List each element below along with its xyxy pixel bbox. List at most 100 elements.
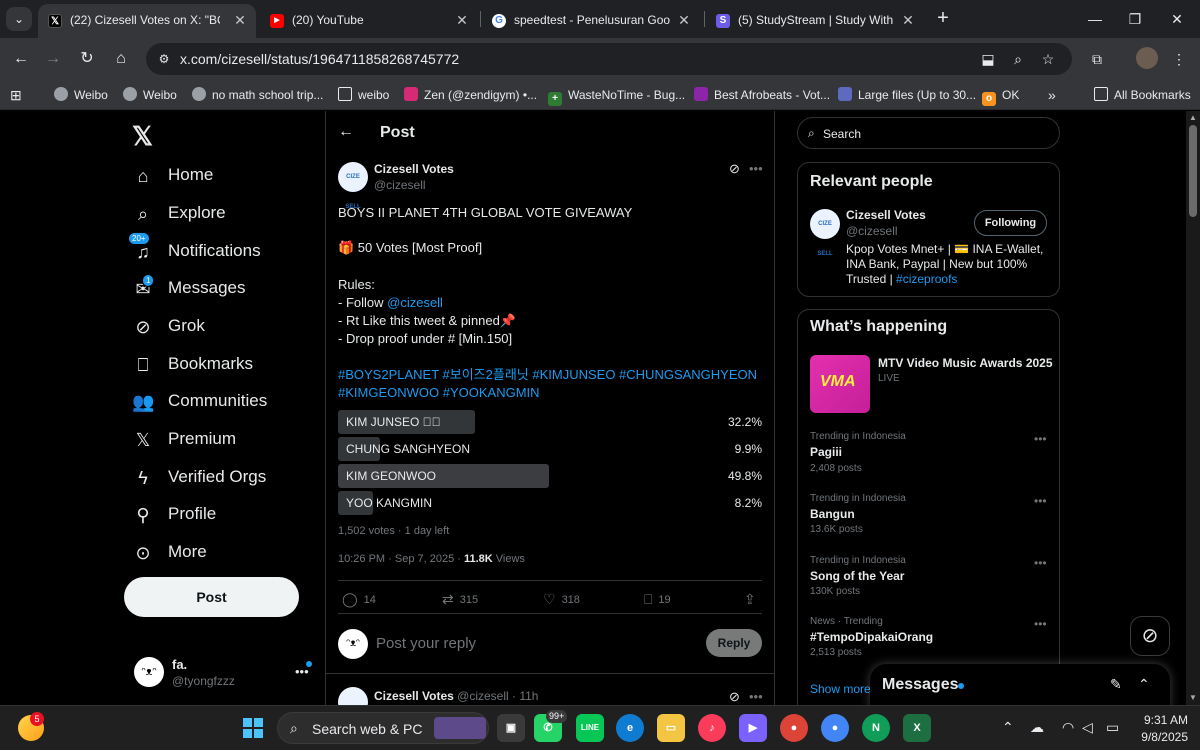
relevant-name[interactable]: Cizesell Votes [846,208,926,222]
minimize-button[interactable]: — [1084,8,1106,30]
account-name[interactable]: fa. [172,657,187,672]
like-action[interactable]: ♡ 318 [543,591,580,608]
address-bar[interactable]: ⚙ x.com/cizesell/status/1964711858268745… [146,43,1072,75]
window-close-button[interactable]: ✕ [1166,8,1188,30]
url-text[interactable]: x.com/cizesell/status/196471185826874577… [180,51,459,67]
more-icon[interactable]: ••• [1034,617,1047,631]
expand-icon[interactable]: ⌃ [1138,676,1150,693]
repost-action[interactable]: ⇄ 315 [442,591,478,608]
scroll-down-icon[interactable]: ▼ [1188,693,1198,703]
battery-icon[interactable]: ▭ [1106,719,1119,736]
poll-option[interactable]: KIM GEONWOO 49.8% [338,464,762,488]
trend-name[interactable]: Song of the Year [810,569,904,583]
chrome-profile-n-icon[interactable]: N [862,714,890,742]
nav-notifications[interactable]: ♫ 20+ Notifications [128,232,261,266]
nav-verified-orgs[interactable]: ϟ Verified Orgs [132,462,266,492]
hashtags[interactable]: #KIMGEONWOO #YOOKANGMIN [338,384,540,402]
nav-grok[interactable]: ⊘ Grok [132,311,204,341]
grok-icon[interactable]: ⊘ [729,161,740,177]
nav-messages[interactable]: ✉ 1 Messages [132,273,245,303]
bookmark-item[interactable]: weibo [338,86,389,104]
search-box[interactable]: ⌕ Search [797,117,1060,149]
extensions-icon[interactable]: ⧉ [1086,48,1108,70]
author-name[interactable]: Cizesell Votes [374,162,454,176]
tab-x-post[interactable]: 𝕏 (22) Cizesell Votes on X: "BOYS ✕ [38,4,256,38]
bookmark-item[interactable]: Zen (@zendigym) •... [404,86,537,104]
nav-communities[interactable]: 👥 Communities [132,386,267,416]
clock-time[interactable]: 9:31 AM [1138,713,1188,727]
reply-action[interactable]: ◯ 14 [342,591,376,608]
back-arrow-icon[interactable]: ← [338,123,354,141]
x-logo-icon[interactable]: 𝕏 [132,121,153,152]
new-message-icon[interactable]: ✎ [1110,676,1122,693]
reply-author-line[interactable]: Cizesell Votes @cizesell · 11h [374,689,538,703]
nav-premium[interactable]: 𝕏 Premium [132,424,236,454]
scroll-up-icon[interactable]: ▲ [1188,113,1198,123]
bookmark-item[interactable]: no math school trip... [192,86,323,104]
zoom-icon[interactable]: ⌕ [1008,49,1028,69]
forward-arrow-icon[interactable]: → [40,46,66,72]
edge-icon[interactable]: e [616,714,644,742]
line-icon[interactable]: LINE [576,714,604,742]
reply-author-avatar[interactable] [338,687,368,705]
relevant-handle[interactable]: @cizesell [846,224,898,238]
all-bookmarks[interactable]: All Bookmarks [1094,86,1191,104]
more-icon[interactable]: ••• [749,689,763,704]
account-handle[interactable]: @tyongfzzz [172,674,235,688]
trend-name[interactable]: #TempoDipakaiOrang [810,630,933,644]
mention-link[interactable]: @cizesell [387,295,443,310]
trend-name[interactable]: Pagiii [810,445,842,459]
account-avatar[interactable]: ᵔᴥᵔ [134,657,164,687]
bookmark-item[interactable]: о OK [982,86,1019,106]
event-title[interactable]: MTV Video Music Awards 2025 [878,356,1053,370]
nav-explore[interactable]: ⌕ Explore [132,198,226,228]
bookmark-item[interactable]: Large files (Up to 30... [838,86,976,104]
bookmark-item[interactable]: Best Afrobeats - Vot... [694,86,830,104]
close-icon[interactable]: ✕ [232,12,248,28]
author-handle[interactable]: @cizesell [374,178,426,192]
tab-youtube[interactable]: ▶ (20) YouTube ✕ [260,4,478,38]
nav-more[interactable]: ⊙ More [132,537,206,567]
tab-search-button[interactable]: ⌄ [6,7,32,31]
poll-option[interactable]: CHUNG SANGHYEON 9.9% [338,437,762,461]
grok-icon[interactable]: ⊘ [729,689,740,705]
hashtags[interactable]: #BOYS2PLANET #보이즈2플래닛 #KIMJUNSEO #CHUNGS… [338,366,757,384]
clock-date[interactable]: 9/8/2025 [1138,730,1188,744]
messages-drawer[interactable]: Messages ✎ ⌃ [870,664,1170,705]
more-bookmarks-icon[interactable]: » [1048,86,1056,104]
new-tab-button[interactable]: + [932,8,954,30]
chrome-profile-icon[interactable]: ● [821,714,849,742]
apps-grid-icon[interactable]: ⊞ [10,86,22,104]
restore-button[interactable]: ❐ [1124,8,1146,30]
nav-profile[interactable]: ⚲ Profile [132,499,216,529]
clipchamp-icon[interactable]: ▶ [739,714,767,742]
poll-option[interactable]: KIM JUNSEO ✓⃝ 32.2% [338,410,762,434]
close-icon[interactable]: ✕ [454,12,470,28]
tab-studystream[interactable]: S (5) StudyStream | Study With St ✕ [706,4,924,38]
more-icon[interactable]: ••• [749,161,763,176]
windows-start-icon[interactable] [243,718,263,738]
install-app-icon[interactable]: ⬓ [978,49,998,69]
task-view-icon[interactable]: ▣ [497,714,525,742]
tab-google[interactable]: G speedtest - Penelusuran Googl ✕ [482,4,700,38]
taskbar-search[interactable]: ⌕ Search web & PC [277,712,489,744]
bookmark-action[interactable]: ⎕ 19 [644,591,671,608]
reply-button[interactable]: Reply [706,629,762,657]
back-arrow-icon[interactable]: ← [8,46,34,72]
timestamp-text[interactable]: 10:26 PM · Sep 7, 2025 · [338,553,464,565]
onedrive-icon[interactable]: ☁ [1030,719,1044,736]
close-icon[interactable]: ✕ [900,12,916,28]
author-avatar[interactable]: CIZE SELL [338,162,368,210]
more-icon[interactable]: ••• [1034,432,1047,446]
scroll-thumb[interactable] [1189,125,1197,217]
page-scrollbar[interactable]: ▲ ▼ [1186,111,1200,705]
trend-name[interactable]: Bangun [810,507,855,521]
nav-bookmarks[interactable]: ⎕ Bookmarks [132,349,253,379]
bookmark-item[interactable]: Weibo [54,86,108,104]
bookmark-star-icon[interactable]: ☆ [1038,49,1058,69]
file-explorer-icon[interactable]: ▭ [657,714,685,742]
nav-home[interactable]: ⌂ Home [132,160,214,190]
chrome-icon[interactable]: ● [780,714,808,742]
home-icon[interactable]: ⌂ [108,46,134,72]
reply-input[interactable]: Post your reply [376,635,476,652]
